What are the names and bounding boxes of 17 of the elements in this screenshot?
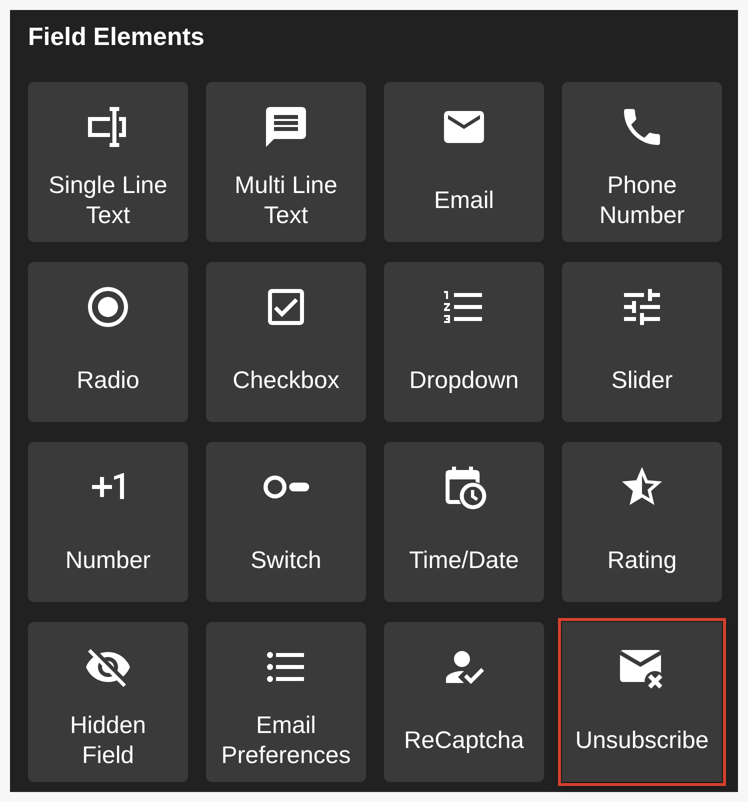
field-element-button[interactable]: Phone Number [562,82,722,242]
field-element-button[interactable]: Single Line Text [28,82,188,242]
field-element-button[interactable]: Email [384,82,544,242]
field-element-button[interactable]: Slider [562,262,722,422]
field-element-button[interactable]: Time/Date [384,442,544,602]
field-element-button[interactable]: Multi Line Text [206,82,366,242]
field-element-button[interactable]: Number [28,442,188,602]
field-element-button[interactable]: ReCaptcha [384,622,544,782]
field-element-button[interactable]: Rating [562,442,722,602]
field-element-button[interactable]: Unsubscribe [562,622,722,782]
field-element-button[interactable]: Switch [206,442,366,602]
field-element-button[interactable]: Hidden Field [28,622,188,782]
panel-title: Field Elements [28,23,204,52]
field-element-button[interactable]: Email Preferences [206,622,366,782]
field-element-button[interactable]: Checkbox [206,262,366,422]
field-element-button[interactable]: Radio [28,262,188,422]
field-element-button[interactable]: Dropdown [384,262,544,422]
